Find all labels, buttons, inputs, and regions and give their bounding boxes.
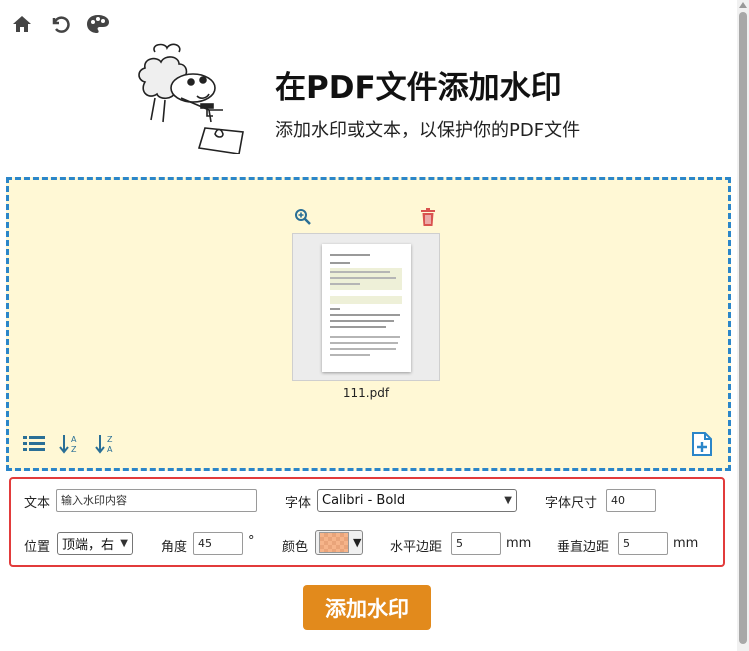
svg-text:Z: Z bbox=[107, 435, 113, 444]
sort-az-icon[interactable]: AZ bbox=[58, 433, 82, 455]
chevron-down-icon: ▼ bbox=[353, 536, 362, 549]
top-nav bbox=[10, 12, 110, 36]
undo-icon[interactable] bbox=[48, 12, 72, 36]
page-subtitle: 添加水印或文本，以保护你的PDF文件 bbox=[275, 120, 581, 141]
add-watermark-button[interactable]: 添加水印 bbox=[303, 585, 431, 630]
angle-label: 角度 bbox=[161, 540, 188, 555]
chevron-down-icon: ▼ bbox=[120, 538, 128, 549]
angle-unit: ° bbox=[248, 534, 255, 549]
svg-text:A: A bbox=[71, 435, 77, 444]
chevron-down-icon: ▼ bbox=[504, 495, 512, 506]
home-icon[interactable] bbox=[10, 12, 34, 36]
font-label: 字体 bbox=[285, 496, 312, 511]
vertical-scrollbar[interactable] bbox=[737, 0, 749, 651]
font-select[interactable]: Calibri - Bold ▼ bbox=[317, 489, 517, 512]
text-label: 文本 bbox=[24, 496, 51, 511]
color-picker[interactable]: ▼ bbox=[315, 530, 363, 555]
vertical-margin-unit: mm bbox=[673, 536, 699, 551]
vertical-margin-label: 垂直边距 bbox=[557, 540, 610, 555]
file-name: 111.pdf bbox=[342, 386, 390, 400]
scroll-up-arrow-icon[interactable] bbox=[739, 2, 747, 8]
watermark-text-input[interactable] bbox=[56, 489, 257, 512]
palette-icon[interactable] bbox=[86, 12, 110, 36]
svg-text:A: A bbox=[107, 445, 113, 454]
font-size-label: 字体尺寸 bbox=[545, 496, 598, 511]
pdf-page-preview bbox=[322, 244, 411, 372]
zoom-in-icon[interactable] bbox=[294, 208, 314, 228]
page-title: 在PDF文件添加水印 bbox=[275, 70, 562, 106]
sheep-mascot-illustration bbox=[135, 42, 255, 155]
font-select-value: Calibri - Bold bbox=[322, 493, 406, 508]
horizontal-margin-label: 水平边距 bbox=[390, 540, 443, 555]
horizontal-margin-input[interactable] bbox=[451, 532, 501, 555]
position-select-value: 顶端，右 bbox=[62, 538, 115, 553]
trash-icon[interactable] bbox=[420, 208, 440, 228]
scrollbar-thumb[interactable] bbox=[739, 12, 747, 644]
thumbnail-toolbar bbox=[294, 208, 440, 228]
color-label: 颜色 bbox=[282, 540, 309, 555]
svg-text:Z: Z bbox=[71, 445, 77, 454]
list-toolbar: AZ ZA bbox=[22, 433, 118, 455]
angle-input[interactable] bbox=[193, 532, 243, 555]
vertical-margin-input[interactable] bbox=[618, 532, 668, 555]
font-size-input[interactable] bbox=[606, 489, 656, 512]
list-view-icon[interactable] bbox=[22, 433, 46, 455]
position-label: 位置 bbox=[24, 540, 51, 555]
sort-za-icon[interactable]: ZA bbox=[94, 433, 118, 455]
pdf-thumbnail[interactable] bbox=[292, 233, 440, 381]
color-swatch bbox=[319, 532, 349, 553]
add-file-icon[interactable] bbox=[691, 432, 715, 458]
horizontal-margin-unit: mm bbox=[506, 536, 532, 551]
position-select[interactable]: 顶端，右 ▼ bbox=[57, 532, 133, 555]
